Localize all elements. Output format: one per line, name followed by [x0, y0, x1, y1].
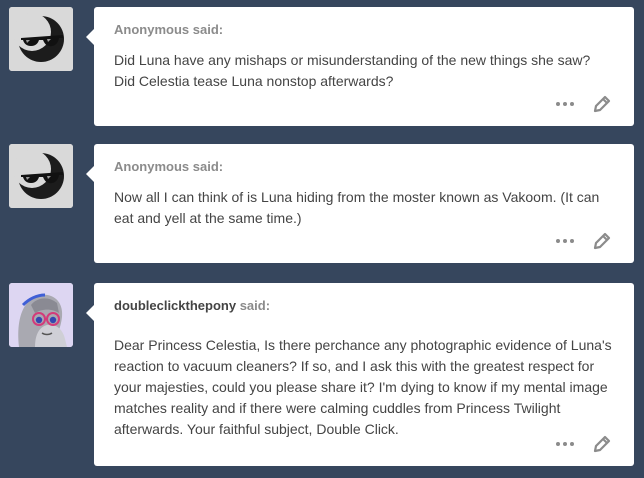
asker-line: Anonymous said: [114, 22, 614, 38]
ask-post: Anonymous said: Now all I can think of i… [0, 137, 644, 267]
pencil-icon[interactable] [592, 94, 612, 114]
more-dots-icon[interactable] [556, 239, 574, 243]
more-dots-icon[interactable] [556, 442, 574, 446]
question-text: Did Luna have any mishaps or misundersta… [114, 52, 591, 89]
post-footer [556, 434, 612, 454]
said-label: said: [239, 298, 271, 313]
avatar[interactable] [9, 7, 73, 71]
question-text: Dear Princess Celestia, Is there perchan… [114, 337, 612, 437]
avatar[interactable] [9, 283, 73, 347]
ask-card: doubleclickthepony said: Dear Princess C… [86, 283, 634, 466]
ask-post: Anonymous said: Did Luna have any mishap… [0, 0, 644, 130]
said-label: said: [192, 22, 224, 37]
ask-post: doubleclickthepony said: Dear Princess C… [0, 276, 644, 478]
ask-card: Anonymous said: Did Luna have any mishap… [86, 7, 634, 126]
asker-line: Anonymous said: [114, 159, 614, 175]
asker-name[interactable]: doubleclickthepony [114, 298, 236, 313]
asker-line: doubleclickthepony said: [114, 298, 614, 314]
ask-card: Anonymous said: Now all I can think of i… [86, 144, 634, 263]
asker-name: Anonymous [114, 22, 190, 37]
pencil-icon[interactable] [592, 434, 612, 454]
question-text: Now all I can think of is Luna hiding fr… [114, 189, 600, 226]
sunglasses-moon-icon [9, 7, 73, 71]
post-footer [556, 231, 612, 251]
post-footer [556, 94, 612, 114]
said-label: said: [192, 159, 224, 174]
more-dots-icon[interactable] [556, 102, 574, 106]
avatar[interactable] [9, 144, 73, 208]
pony-avatar-icon [9, 283, 73, 347]
sunglasses-moon-icon [9, 144, 73, 208]
pencil-icon[interactable] [592, 231, 612, 251]
asker-name: Anonymous [114, 159, 190, 174]
